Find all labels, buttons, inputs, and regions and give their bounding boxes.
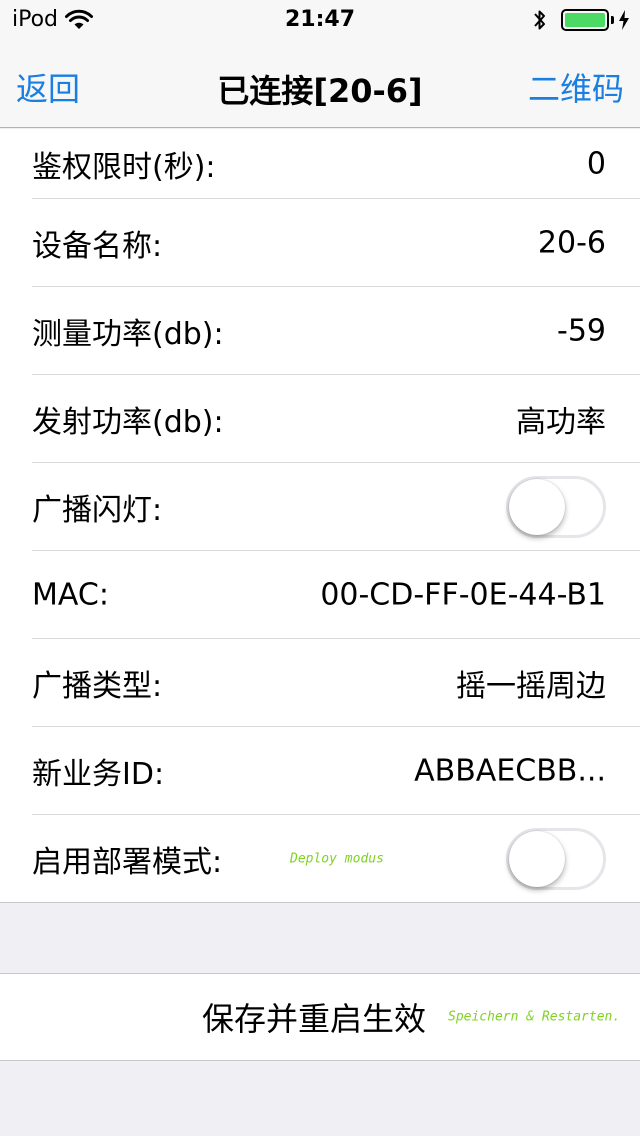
row-value: -59 — [557, 313, 606, 349]
status-right — [533, 8, 630, 32]
qr-code-button[interactable]: 二维码 — [528, 64, 624, 110]
broadcast-flash-toggle[interactable] — [506, 476, 606, 538]
row-value: 20-6 — [537, 225, 606, 261]
row-device-name[interactable]: 设备名称: 20-6 — [0, 199, 640, 287]
row-value: 高功率 — [516, 405, 606, 440]
row-value: ABBAECBB... — [414, 753, 606, 789]
save-restart-annotation: Speichern & Restarten. — [448, 1009, 621, 1025]
save-restart-button[interactable]: 保存并重启生效 Speichern & Restarten. — [0, 973, 640, 1061]
save-restart-label: 保存并重启生效 — [202, 1000, 427, 1038]
status-bar: 21:47 iPod — [0, 0, 640, 40]
row-value: 00-CD-FF-0E-44-B1 — [320, 577, 606, 613]
wifi-icon — [65, 9, 94, 29]
row-measured-power[interactable]: 测量功率(db): -59 — [0, 287, 640, 375]
status-left: iPod — [12, 7, 94, 32]
navigation-bar: 返回 已连接[20-6] 二维码 — [0, 40, 640, 128]
row-label: 发射功率(db): — [32, 405, 224, 440]
row-label: 鉴权限时(秒): — [32, 150, 216, 185]
row-deploy-mode: 启用部署模式: Deploy modus — [0, 815, 640, 903]
row-auth-timeout[interactable]: 鉴权限时(秒): 0 — [0, 129, 640, 199]
carrier-label: iPod — [12, 7, 59, 32]
row-label: 设备名称: — [32, 229, 163, 264]
settings-list: 鉴权限时(秒): 0 设备名称: 20-6 测量功率(db): -59 发射功率… — [0, 129, 640, 903]
row-label: MAC: — [32, 577, 109, 613]
bluetooth-icon — [534, 10, 545, 30]
row-value: 摇一摇周边 — [456, 669, 606, 704]
row-label: 新业务ID: — [32, 757, 165, 792]
row-label: 测量功率(db): — [32, 317, 224, 352]
deploy-mode-annotation: Deploy modus — [290, 851, 384, 867]
row-label: 广播闪灯: — [32, 493, 163, 528]
battery-nub — [611, 16, 614, 24]
screen: 21:47 iPod 返回 已连接[20-6] 二维码 鉴权限时(秒): 0 设… — [0, 0, 640, 1136]
battery-fill — [565, 13, 605, 27]
row-value: 0 — [586, 146, 606, 182]
row-broadcast-flash: 广播闪灯: — [0, 463, 640, 551]
row-label: 启用部署模式: — [32, 845, 223, 880]
toggle-knob — [509, 479, 565, 535]
row-new-business-id[interactable]: 新业务ID: ABBAECBB... — [0, 727, 640, 815]
battery-icon — [561, 9, 609, 31]
toggle-knob — [509, 831, 565, 887]
row-mac[interactable]: MAC: 00-CD-FF-0E-44-B1 — [0, 551, 640, 639]
deploy-mode-toggle[interactable] — [506, 828, 606, 890]
row-label: 广播类型: — [32, 669, 163, 704]
row-tx-power[interactable]: 发射功率(db): 高功率 — [0, 375, 640, 463]
row-broadcast-type[interactable]: 广播类型: 摇一摇周边 — [0, 639, 640, 727]
charging-bolt-icon — [619, 10, 629, 30]
